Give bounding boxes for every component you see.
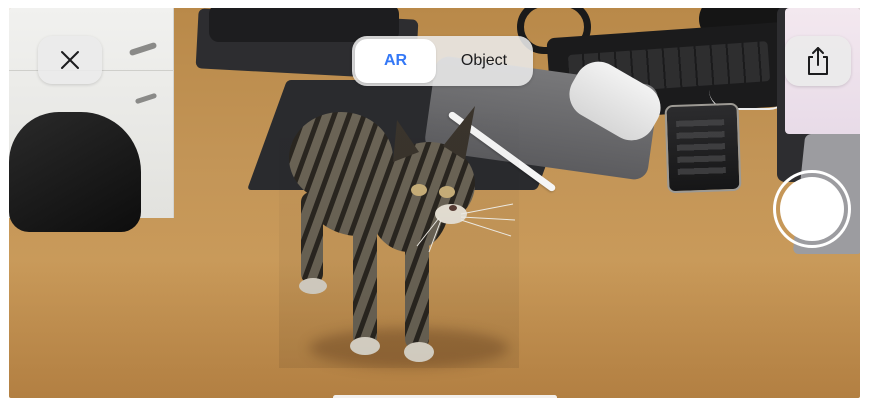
black-bag — [9, 112, 141, 232]
shutter-button[interactable] — [773, 170, 851, 248]
object-mode-tab[interactable]: Object — [438, 39, 530, 83]
close-button[interactable] — [38, 36, 102, 84]
close-icon — [61, 51, 79, 69]
ar-mode-tab[interactable]: AR — [355, 39, 436, 83]
share-button[interactable] — [785, 36, 851, 86]
cat-model[interactable] — [279, 96, 519, 368]
ar-camera-view: AR Object — [9, 8, 860, 398]
remote-buttons — [676, 119, 726, 177]
mode-segmented-control: AR Object — [352, 36, 533, 86]
home-indicator[interactable] — [333, 395, 557, 398]
shutter-button-inner — [780, 177, 844, 241]
share-icon — [808, 47, 828, 75]
